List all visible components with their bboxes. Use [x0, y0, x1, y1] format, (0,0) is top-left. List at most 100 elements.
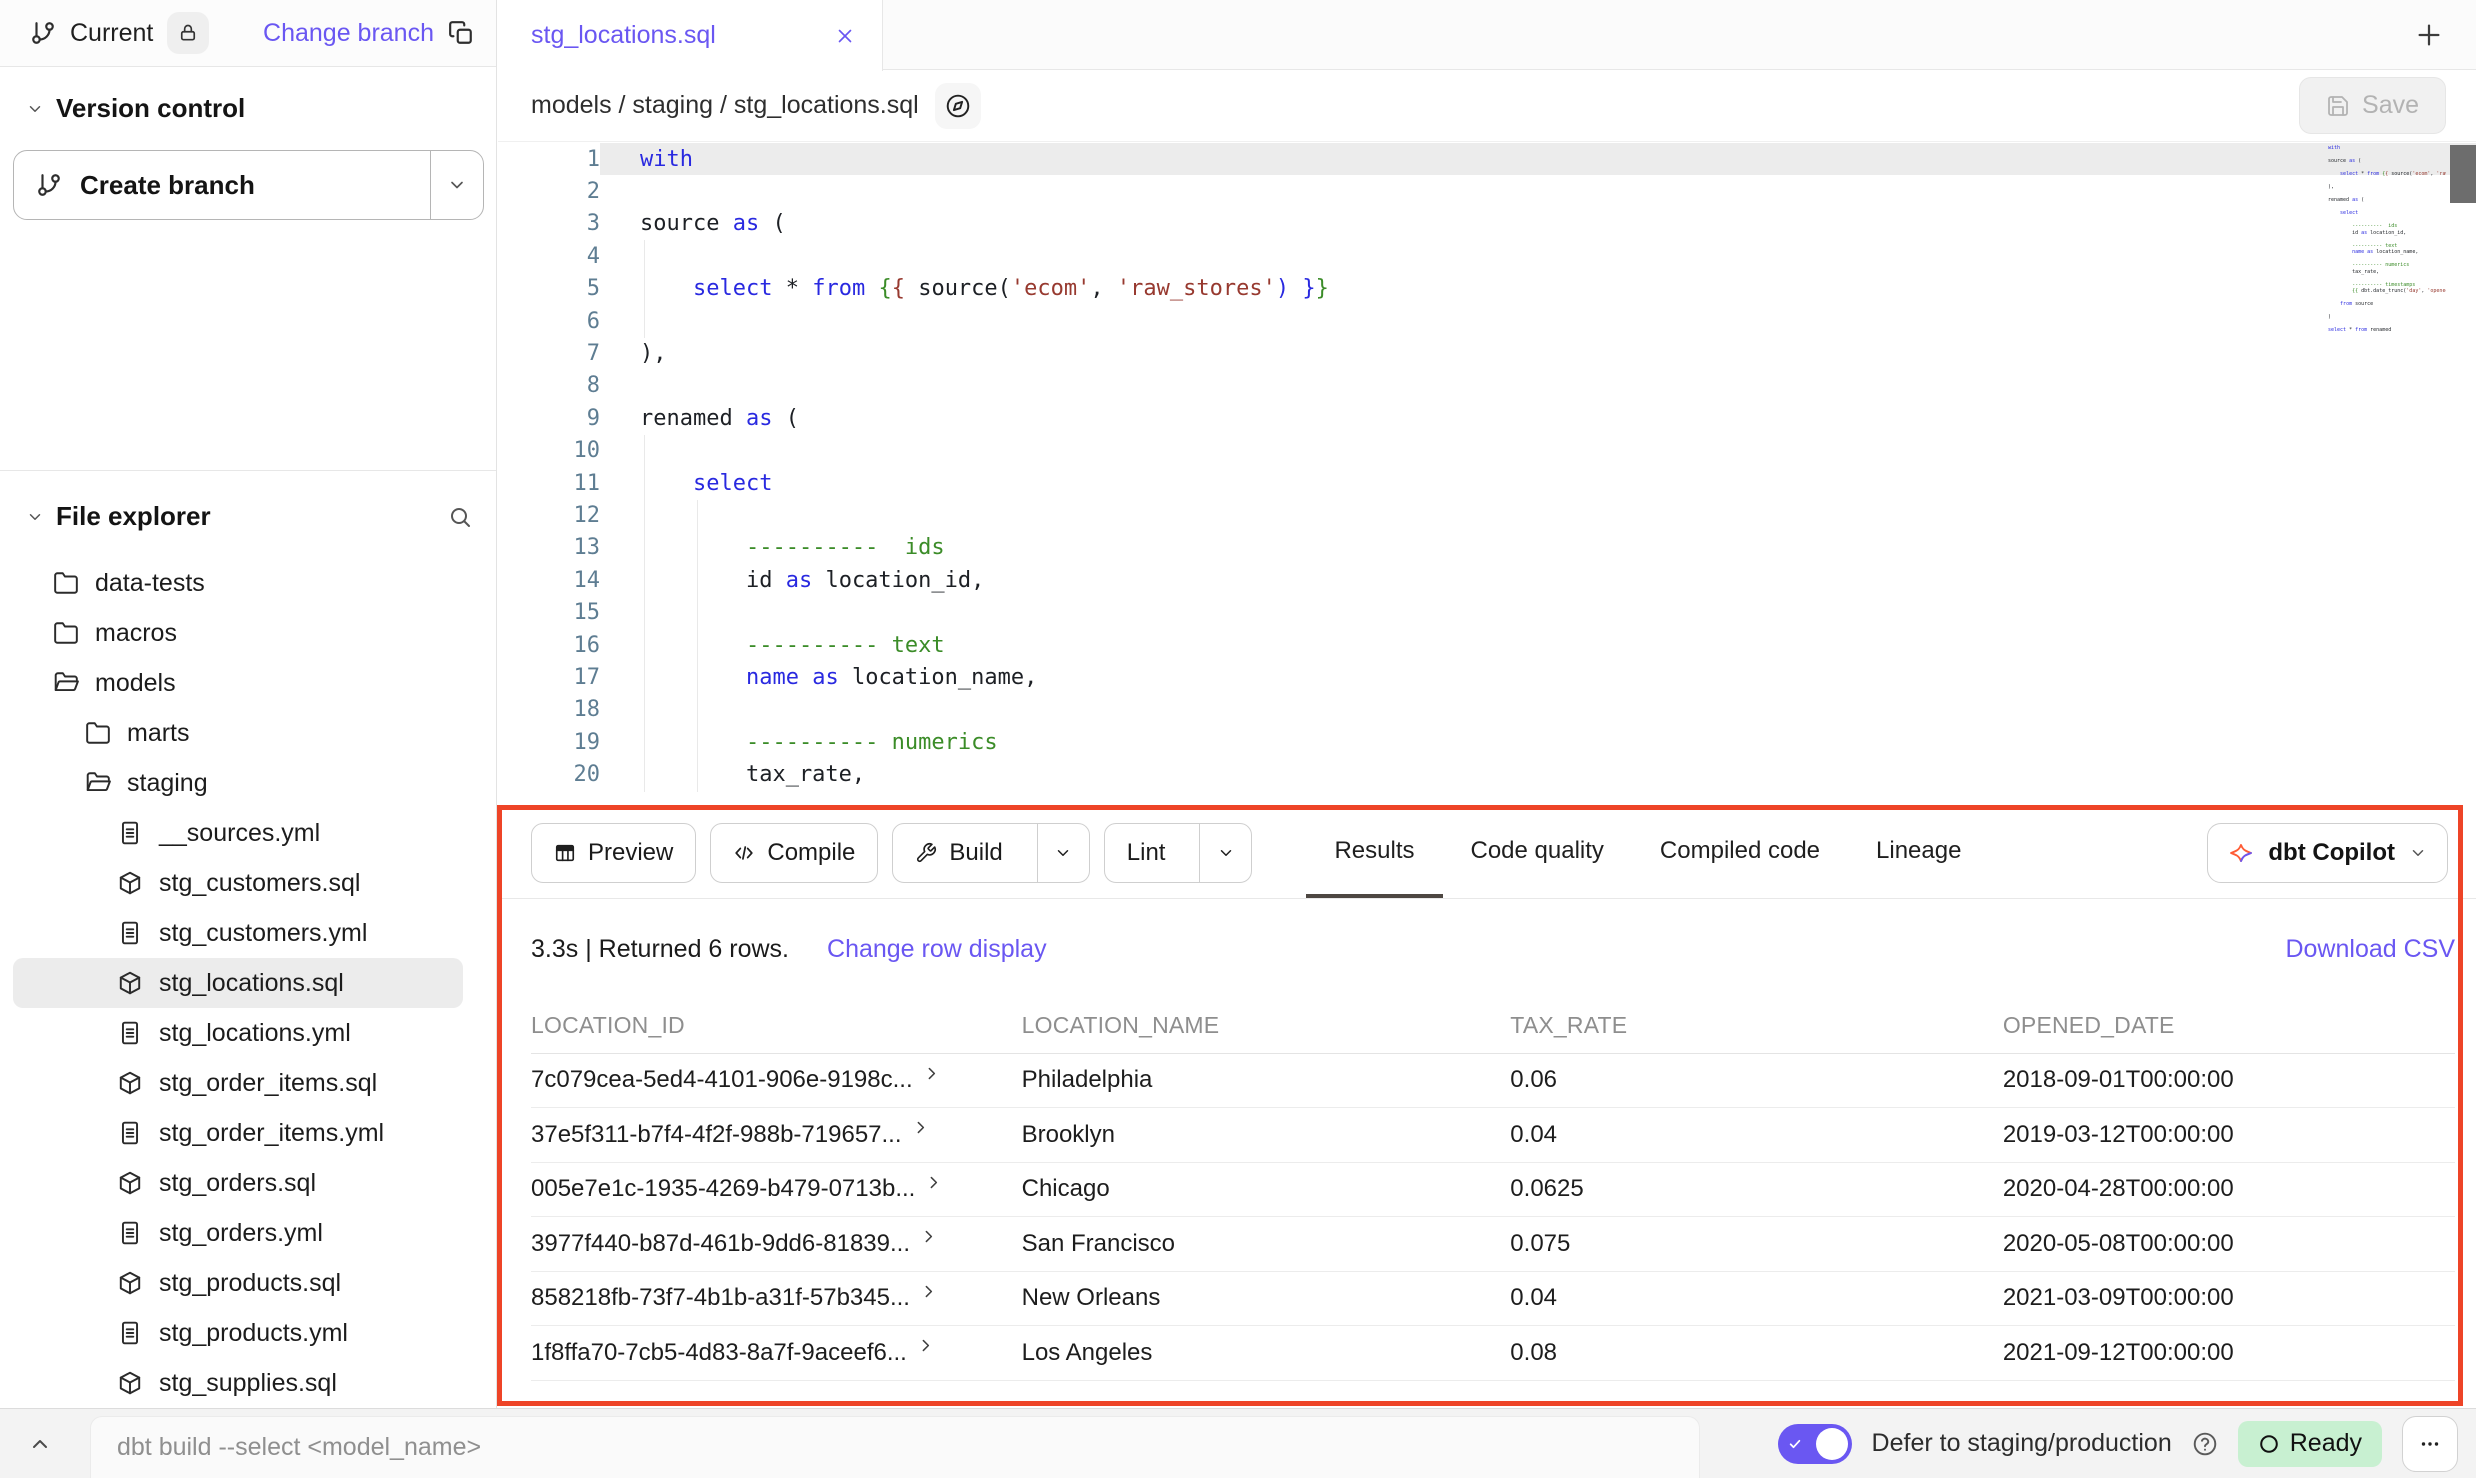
tab-results[interactable]: Results	[1306, 807, 1442, 898]
file-explorer-header[interactable]: File explorer	[13, 501, 484, 532]
code-editor[interactable]: 1with23source as (45 select * from {{ so…	[498, 143, 2476, 807]
change-row-display-link[interactable]: Change row display	[827, 935, 1047, 964]
code-line-14[interactable]: 14 id as location_id,	[498, 564, 2476, 596]
cell-tax-rate: 0.06	[1510, 1053, 2003, 1108]
code-line-5[interactable]: 5 select * from {{ source('ecom', 'raw_s…	[498, 273, 2476, 305]
cell-tax-rate: 0.04	[1510, 1271, 2003, 1326]
model-cube-icon	[117, 870, 143, 896]
preview-button[interactable]: Preview	[531, 823, 696, 883]
code-line-11[interactable]: 11 select	[498, 467, 2476, 499]
file-item-label: stg_orders.yml	[159, 1219, 323, 1248]
more-options-button[interactable]	[2402, 1416, 2458, 1472]
tab-code-quality[interactable]: Code quality	[1443, 807, 1632, 898]
code-line-18[interactable]: 18	[498, 694, 2476, 726]
search-icon[interactable]	[448, 505, 472, 529]
line-content: renamed as (	[600, 402, 2476, 434]
file-item-stg-customers-sql[interactable]: stg_customers.sql	[13, 858, 463, 908]
code-line-17[interactable]: 17 name as location_name,	[498, 661, 2476, 693]
copy-icon[interactable]	[448, 20, 474, 46]
create-branch-button[interactable]: Create branch	[13, 150, 484, 220]
folder-item-models[interactable]: models	[13, 658, 463, 708]
explore-docs-button[interactable]	[935, 83, 981, 129]
scrollbar-thumb[interactable]	[2450, 145, 2476, 203]
create-branch-menu-button[interactable]	[430, 151, 483, 219]
table-row[interactable]: 37e5f311-b7f4-4f2f-988b-719657... Brookl…	[531, 1108, 2455, 1163]
code-line-9[interactable]: 9renamed as (	[498, 402, 2476, 434]
code-line-8[interactable]: 8	[498, 370, 2476, 402]
results-meta-row: 3.3s | Returned 6 rows. Change row displ…	[498, 899, 2476, 999]
code-line-6[interactable]: 6	[498, 305, 2476, 337]
version-control-header[interactable]: Version control	[13, 93, 484, 124]
code-line-16[interactable]: 16 ---------- text	[498, 629, 2476, 661]
expand-row-chevron-icon[interactable]	[920, 1228, 937, 1245]
code-line-20[interactable]: 20 tax_rate,	[498, 758, 2476, 790]
defer-toggle[interactable]	[1778, 1424, 1852, 1464]
command-placeholder: dbt build --select <model_name>	[117, 1433, 481, 1462]
file-item-sources-yml[interactable]: __sources.yml	[13, 808, 463, 858]
folder-item-marts[interactable]: marts	[13, 708, 463, 758]
build-button[interactable]: Build	[892, 823, 1089, 883]
close-icon[interactable]	[834, 25, 856, 47]
expand-row-chevron-icon[interactable]	[925, 1174, 942, 1191]
command-input[interactable]: dbt build --select <model_name>	[90, 1416, 1700, 1478]
folder-item-staging[interactable]: staging	[13, 758, 463, 808]
file-item-stg-orders-yml[interactable]: stg_orders.yml	[13, 1208, 463, 1258]
expand-row-chevron-icon[interactable]	[912, 1119, 929, 1136]
change-branch-link[interactable]: Change branch	[263, 19, 434, 48]
lint-menu-button[interactable]	[1199, 824, 1251, 882]
collapse-panel-button[interactable]	[28, 1432, 52, 1456]
folder-item-macros[interactable]: macros	[13, 608, 463, 658]
save-button[interactable]: Save	[2299, 77, 2446, 134]
code-line-4[interactable]: 4	[498, 240, 2476, 272]
table-row[interactable]: 858218fb-73f7-4b1b-a31f-57b345... New Or…	[531, 1271, 2455, 1326]
tab-compiled-code[interactable]: Compiled code	[1632, 807, 1848, 898]
build-menu-button[interactable]	[1037, 824, 1089, 882]
expand-row-chevron-icon[interactable]	[920, 1283, 937, 1300]
build-main[interactable]: Build	[893, 824, 1024, 882]
column-header-opened-date[interactable]: OPENED_DATE	[2003, 999, 2455, 1053]
help-icon[interactable]	[2192, 1431, 2218, 1457]
file-item-stg-products-yml[interactable]: stg_products.yml	[13, 1308, 463, 1358]
folder-item-data-tests[interactable]: data-tests	[13, 558, 463, 608]
table-row[interactable]: 3977f440-b87d-461b-9dd6-81839... San Fra…	[531, 1217, 2455, 1272]
code-line-10[interactable]: 10	[498, 435, 2476, 467]
code-line-12[interactable]: 12	[498, 499, 2476, 531]
code-line-3[interactable]: 3source as (	[498, 208, 2476, 240]
file-item-stg-locations-yml[interactable]: stg_locations.yml	[13, 1008, 463, 1058]
chevron-down-icon	[1054, 844, 1072, 862]
code-line-2[interactable]: 2	[498, 175, 2476, 207]
column-header-location-id[interactable]: LOCATION_ID	[531, 999, 1022, 1053]
code-line-15[interactable]: 15	[498, 596, 2476, 628]
new-tab-button[interactable]	[2414, 20, 2444, 50]
file-item-stg-order-items-yml[interactable]: stg_order_items.yml	[13, 1108, 463, 1158]
download-csv-link[interactable]: Download CSV	[2285, 935, 2455, 964]
column-header-location-name[interactable]: LOCATION_NAME	[1022, 999, 1511, 1053]
tab-stg-locations-sql[interactable]: stg_locations.sql	[498, 0, 883, 71]
table-row[interactable]: 1f8ffa70-7cb5-4d83-8a7f-9aceef6... Los A…	[531, 1326, 2455, 1381]
code-line-1[interactable]: 1with	[498, 143, 2476, 175]
expand-row-chevron-icon[interactable]	[923, 1065, 940, 1082]
lint-button[interactable]: Lint	[1104, 823, 1253, 883]
table-row[interactable]: 005e7e1c-1935-4269-b479-0713b... Chicago…	[531, 1162, 2455, 1217]
table-row[interactable]: 7c079cea-5ed4-4101-906e-9198c... Philade…	[531, 1053, 2455, 1108]
file-item-stg-order-items-sql[interactable]: stg_order_items.sql	[13, 1058, 463, 1108]
file-item-stg-customers-yml[interactable]: stg_customers.yml	[13, 908, 463, 958]
column-header-tax-rate[interactable]: TAX_RATE	[1510, 999, 2003, 1053]
create-branch-main[interactable]: Create branch	[14, 151, 430, 219]
tab-lineage[interactable]: Lineage	[1848, 807, 1989, 898]
code-line-7[interactable]: 7),	[498, 337, 2476, 369]
code-line-19[interactable]: 19 ---------- numerics	[498, 726, 2476, 758]
lint-main[interactable]: Lint	[1105, 824, 1188, 882]
code-line-13[interactable]: 13 ---------- ids	[498, 532, 2476, 564]
compile-button[interactable]: Compile	[710, 823, 878, 883]
ready-status-badge[interactable]: Ready	[2238, 1421, 2382, 1467]
file-item-stg-products-sql[interactable]: stg_products.sql	[13, 1258, 463, 1308]
tab-bar: stg_locations.sql	[498, 0, 2476, 70]
minimap[interactable]: withsource as ( select * from {{ source(…	[2328, 145, 2446, 334]
dbt-copilot-button[interactable]: dbt Copilot	[2207, 823, 2448, 883]
file-item-stg-orders-sql[interactable]: stg_orders.sql	[13, 1158, 463, 1208]
minimap-line: {{ dbt.date_trunc('day', 'opened_at') }}…	[2328, 288, 2446, 295]
file-item-stg-locations-sql[interactable]: stg_locations.sql	[13, 958, 463, 1008]
expand-row-chevron-icon[interactable]	[917, 1337, 934, 1354]
file-item-stg-supplies-sql[interactable]: stg_supplies.sql	[13, 1358, 463, 1408]
